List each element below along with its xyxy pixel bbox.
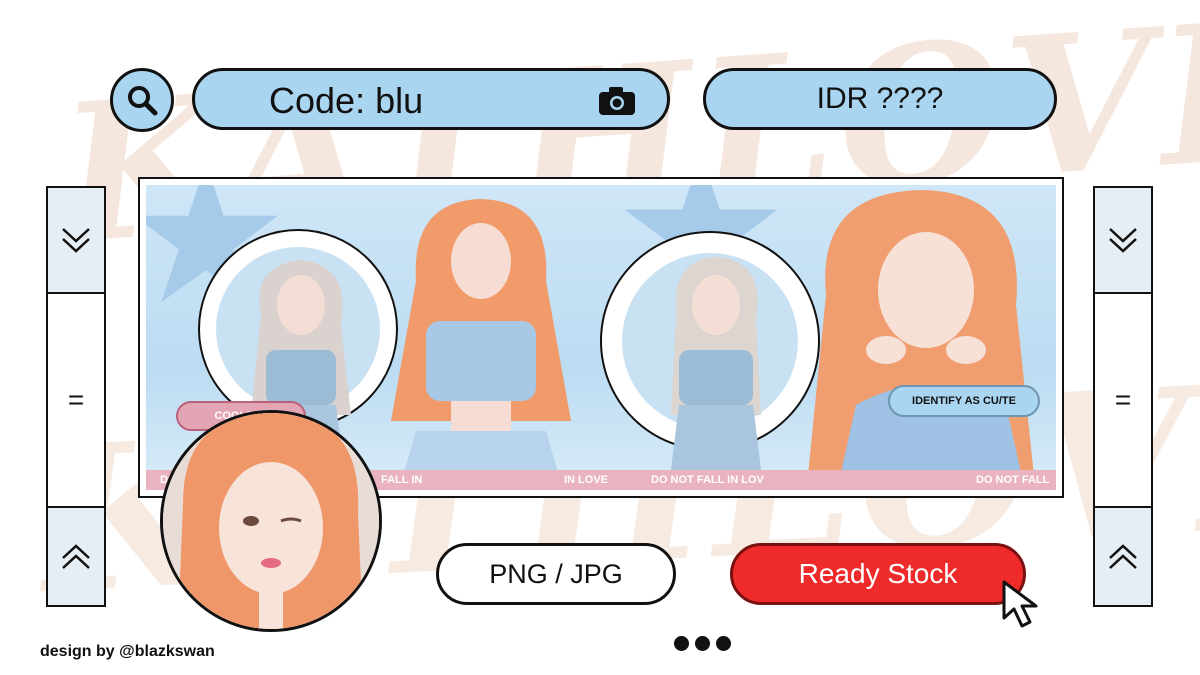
ribbon-text: IN LOVE xyxy=(564,474,609,486)
price-field: IDR ???? xyxy=(703,68,1057,130)
idol-photo xyxy=(391,199,571,490)
ribbon-text: FALL IN xyxy=(381,474,423,486)
chevron-double-down-icon xyxy=(62,228,90,253)
scroll-up-button[interactable] xyxy=(48,508,104,605)
avatar-photo xyxy=(163,413,379,629)
left-scroll-control[interactable]: = xyxy=(46,186,106,607)
ribbon-text: DO NOT FALL xyxy=(976,474,1050,486)
code-search-field[interactable]: Code: blu xyxy=(192,68,670,130)
ribbon-text: DO NOT FALL IN LOV xyxy=(651,474,764,486)
profile-avatar xyxy=(160,410,382,632)
scroll-handle[interactable]: = xyxy=(1115,384,1131,416)
scroll-down-button[interactable] xyxy=(1095,188,1151,294)
chevron-double-down-icon xyxy=(1109,228,1137,253)
price-label: IDR ???? xyxy=(816,82,944,115)
ready-stock-label: Ready Stock xyxy=(798,558,958,589)
cursor-icon xyxy=(1002,580,1038,628)
chevron-double-up-icon xyxy=(62,543,90,569)
scroll-up-button[interactable] xyxy=(1095,508,1151,605)
scroll-track[interactable]: = xyxy=(1095,294,1151,508)
search-button[interactable] xyxy=(110,68,174,132)
code-label: Code: blu xyxy=(269,80,424,121)
chevron-double-up-icon xyxy=(1109,543,1137,569)
tag-identify-as-cute: IDENTIFY AS CU/TE xyxy=(888,385,1040,417)
camera-icon[interactable] xyxy=(597,85,637,117)
scroll-down-button[interactable] xyxy=(48,188,104,294)
search-icon xyxy=(128,86,158,116)
scroll-handle[interactable]: = xyxy=(68,384,84,416)
designer-credit: design by @blazkswan xyxy=(40,643,215,660)
format-label: PNG / JPG xyxy=(489,558,623,589)
scroll-track[interactable]: = xyxy=(48,294,104,508)
ready-stock-button[interactable]: Ready Stock xyxy=(730,543,1026,605)
format-button[interactable]: PNG / JPG xyxy=(436,543,676,605)
right-scroll-control[interactable]: = xyxy=(1093,186,1153,607)
idol-photo xyxy=(806,190,1036,490)
more-dots-icon[interactable] xyxy=(674,636,737,656)
